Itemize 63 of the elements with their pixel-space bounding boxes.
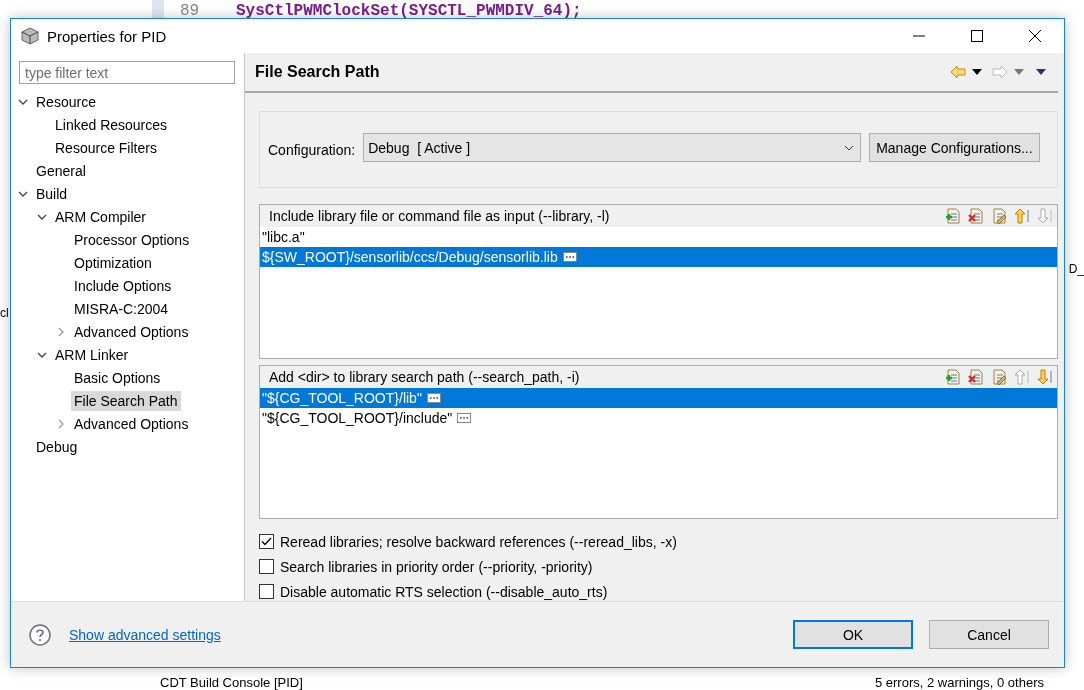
edit-item-icon[interactable] (991, 369, 1007, 385)
tree-item[interactable]: File Search Path (71, 390, 181, 411)
cube-icon (21, 27, 39, 45)
advanced-settings-link[interactable]: Show advanced settings (69, 626, 777, 643)
list-item[interactable]: "libc.a" (260, 227, 1057, 247)
option-label[interactable]: Reread libraries; resolve backward references (--reread_libs, -x) (280, 533, 677, 550)
close-icon[interactable] (1029, 30, 1041, 42)
problems-summary: 5 errors, 2 warnings, 0 others (874, 676, 1044, 690)
dropdown-arrow-icon[interactable] (1036, 69, 1046, 75)
manage-configurations-button[interactable]: Manage Configurations... (869, 133, 1040, 162)
tree-item[interactable]: Resource (33, 91, 99, 112)
filter-field[interactable]: type filter text (19, 61, 235, 84)
edit-item-icon[interactable] (991, 208, 1007, 224)
checkbox[interactable] (259, 584, 274, 599)
window-title: Properties for PID (47, 27, 168, 45)
add-item-icon[interactable] (945, 369, 961, 385)
checkmark-icon (261, 537, 272, 546)
tree-item[interactable]: General (33, 160, 89, 181)
list-item[interactable]: ${SW_ROOT}/sensorlib/ccs/Debug/sensorlib.lib (260, 247, 1057, 267)
list-item[interactable]: "${CG_TOOL_ROOT}/lib" (260, 388, 1057, 408)
tree-item[interactable]: Linked Resources (52, 114, 171, 135)
ellipsis-icon[interactable] (426, 393, 441, 403)
code-line: SysCtlPWMClockSet(SYSCTL_PWMDIV_64); (236, 2, 582, 20)
editor-text: D_ (1068, 262, 1084, 276)
tree-item[interactable]: Build (33, 183, 71, 204)
delete-item-icon[interactable] (968, 208, 984, 224)
tree-item[interactable]: ARM Linker (52, 344, 132, 365)
ellipsis-icon[interactable] (562, 252, 577, 262)
dropdown-chevron-icon (844, 144, 855, 151)
checkbox[interactable] (259, 559, 274, 574)
move-up-icon[interactable] (1014, 208, 1030, 224)
option-label[interactable]: Search libraries in priority order (--priority, -priority) (280, 558, 593, 575)
dialog-button[interactable]: Cancel (929, 620, 1049, 649)
maximize-icon[interactable] (971, 30, 983, 42)
list-header: Add <dir> to library search path (--search_path, -i) (269, 369, 580, 385)
dialog-button[interactable]: OK (793, 620, 913, 649)
dropdown-arrow-icon[interactable] (972, 69, 982, 75)
help-icon[interactable] (29, 623, 51, 646)
tree-item[interactable]: Advanced Options (71, 413, 192, 434)
add-item-icon[interactable] (945, 208, 961, 224)
configuration-label: Configuration: (268, 141, 356, 158)
tree-item[interactable]: ARM Compiler (52, 206, 149, 227)
checkbox[interactable] (259, 534, 274, 549)
ellipsis-icon[interactable] (457, 413, 472, 423)
console-tab[interactable]: CDT Build Console [PID] (160, 676, 303, 690)
list-item[interactable]: "${CG_TOOL_ROOT}/include" (260, 408, 1057, 428)
move-down-icon[interactable] (1037, 369, 1053, 385)
tree-item[interactable]: Include Options (71, 275, 175, 296)
list-header: Include library file or command file as input (--library, -l) (269, 208, 610, 224)
line-number: 89 (180, 2, 201, 20)
option-label[interactable]: Disable automatic RTS selection (--disable_auto_rts) (280, 583, 608, 600)
tree-item[interactable]: Optimization (71, 252, 155, 273)
tree-item[interactable]: Debug (33, 436, 81, 457)
page-title: File Search Path (255, 63, 380, 81)
configuration-dropdown[interactable]: Debug [ Active ] (363, 133, 862, 162)
tree-item[interactable]: Resource Filters (52, 137, 160, 158)
delete-item-icon[interactable] (968, 369, 984, 385)
back-arrow-icon[interactable] (950, 65, 966, 79)
tree-item[interactable]: Basic Options (71, 367, 164, 388)
tree-item[interactable]: Advanced Options (71, 321, 192, 342)
tree-item[interactable]: MISRA-C:2004 (71, 298, 172, 319)
tree-item[interactable]: Processor Options (71, 229, 193, 250)
editor-text: cl (0, 306, 9, 320)
